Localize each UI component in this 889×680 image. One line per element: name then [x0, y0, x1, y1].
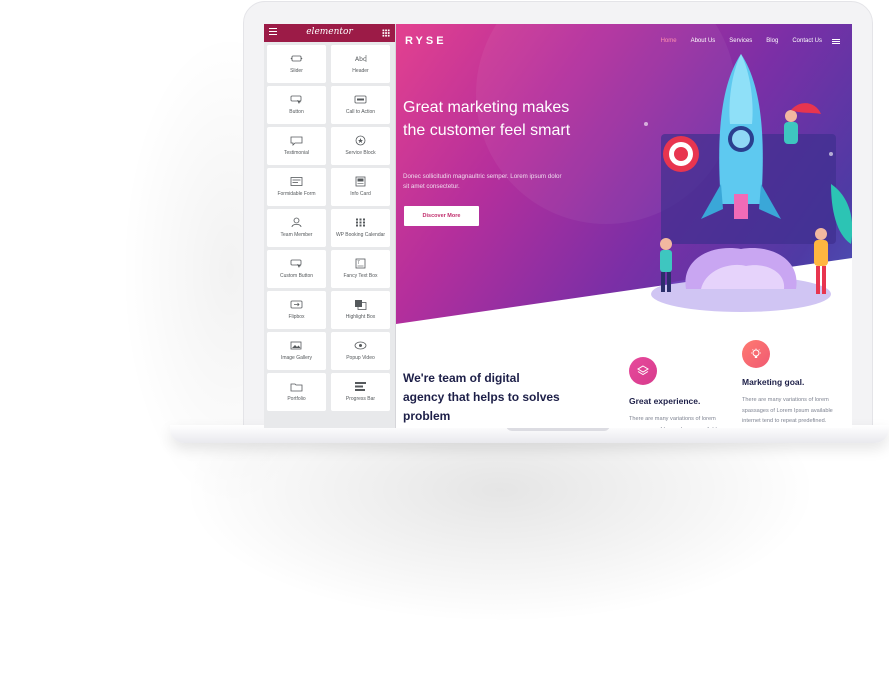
feature-title: Marketing goal. [742, 377, 805, 387]
svg-text:T: T [357, 260, 361, 265]
team-member-icon [291, 217, 302, 228]
widget-wp-booking-calendar[interactable]: WP Booking Calendar [331, 209, 390, 247]
widget-highlight-box[interactable]: Highlight Box [331, 291, 390, 329]
widget-label: Highlight Box [345, 314, 376, 320]
feature-text: There are many variations of lorem spass… [629, 416, 720, 428]
call-to-action-icon [354, 95, 367, 104]
header-icon: Abc [355, 55, 367, 63]
widget-label: Progress Bar [345, 396, 376, 402]
flipbox-icon [290, 300, 303, 309]
widget-label: Info Card [350, 191, 371, 197]
widget-slider[interactable]: Slider [267, 45, 326, 83]
form-icon [290, 177, 303, 186]
slider-icon [290, 55, 303, 62]
about-heading: We're team of digital agency that helps … [403, 371, 560, 423]
widget-label: Header [352, 68, 369, 74]
widget-service-block[interactable]: Service Block [331, 127, 390, 165]
layers-icon [629, 357, 657, 385]
widget-call-to-action[interactable]: Call to Action [331, 86, 390, 124]
widget-label: Slider [290, 68, 303, 74]
hero-headline: Great marketing makes the customer feel … [403, 99, 571, 139]
widget-testimonial[interactable]: Testimonial [267, 127, 326, 165]
widget-team-member[interactable]: Team Member [267, 209, 326, 247]
service-block-icon [355, 135, 366, 146]
menu-icon[interactable] [832, 39, 840, 40]
feature-title: Great experience. [629, 396, 701, 406]
widget-label: Fancy Text Box [343, 273, 378, 279]
widget-label: Formidable Form [277, 191, 316, 197]
widget-label: Service Block [345, 150, 376, 156]
widget-fancy-text-box[interactable]: T Fancy Text Box [331, 250, 390, 288]
widget-button[interactable]: Button [267, 86, 326, 124]
button-icon [290, 95, 302, 104]
panel-header: elementor [264, 24, 395, 42]
widget-header[interactable]: Abc Header [331, 45, 390, 83]
widget-label: Custom Button [279, 273, 314, 279]
custom-button-icon [290, 259, 302, 268]
svg-text:Abc: Abc [355, 56, 366, 63]
info-card-icon [355, 176, 366, 187]
image-gallery-icon [290, 341, 302, 350]
rocket-illustration [644, 54, 852, 312]
fancy-text-box-icon: T [355, 258, 366, 269]
hero-description: Donec sollicitudin magnaultric semper. L… [403, 173, 562, 190]
widget-label: Popup Video [346, 355, 375, 361]
widget-grid: Slider Abc Header Button Call to Action Testi… [267, 45, 392, 411]
feature-text: There are many variations of lorem spass… [742, 397, 833, 424]
widget-custom-button[interactable]: Custom Button [267, 250, 326, 288]
discover-more-button[interactable]: Discover More [404, 206, 479, 226]
widget-label: Call to Action [345, 109, 376, 115]
widget-popup-video[interactable]: Popup Video [331, 332, 390, 370]
widget-label: Testimonial [283, 150, 309, 156]
website-preview: RYSE Home About Us Services Blog Contact… [396, 24, 852, 428]
widget-info-card[interactable]: Info Card [331, 168, 390, 206]
widget-label: Portfolio [287, 396, 306, 402]
widget-label: WP Booking Calendar [335, 232, 386, 238]
site-logo[interactable]: RYSE [405, 35, 447, 47]
elementor-logo: elementor [306, 27, 353, 37]
lightbulb-icon [742, 340, 770, 368]
widget-label: Button [289, 109, 304, 115]
widget-label: Team Member [280, 232, 313, 238]
widget-flipbox[interactable]: Flipbox [267, 291, 326, 329]
widget-image-gallery[interactable]: Image Gallery [267, 332, 326, 370]
widget-progress-bar[interactable]: Progress Bar [331, 373, 390, 411]
grid-icon[interactable] [382, 29, 390, 37]
progress-bar-icon [355, 382, 366, 391]
elementor-panel: elementor Slider Abc Header Button Call to A… [264, 24, 396, 428]
calendar-icon [356, 218, 365, 227]
highlight-box-icon [355, 300, 367, 310]
widget-label: Image Gallery [280, 355, 313, 361]
popup-video-icon [354, 341, 367, 350]
widget-formidable-form[interactable]: Formidable Form [267, 168, 326, 206]
testimonial-icon [290, 136, 303, 146]
widget-portfolio[interactable]: Portfolio [267, 373, 326, 411]
widget-label: Flipbox [288, 314, 305, 320]
portfolio-icon [290, 383, 303, 392]
laptop-screen: elementor Slider Abc Header Button Call to A… [264, 24, 852, 428]
